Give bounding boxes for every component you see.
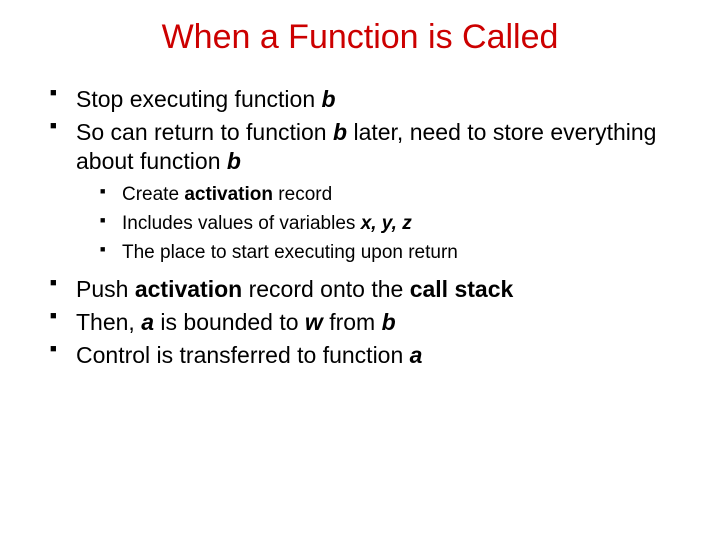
text: from — [323, 309, 382, 335]
text: record onto the — [242, 276, 410, 302]
emph: b — [227, 148, 241, 174]
emph: a — [141, 309, 154, 335]
list-item: Stop executing function b — [50, 85, 680, 114]
text: Then, — [76, 309, 141, 335]
text: is bounded to — [154, 309, 305, 335]
emph: a — [410, 342, 423, 368]
list-item: Includes values of variables x, y, z — [100, 212, 680, 237]
emph: w — [305, 309, 323, 335]
emph: x, y, z — [361, 213, 412, 234]
emph: b — [333, 119, 347, 145]
bold: activation — [184, 184, 273, 205]
text: record — [273, 184, 332, 205]
emph: b — [322, 86, 336, 112]
text: Push — [76, 276, 135, 302]
bullet-list-level2: Create activation record Includes values… — [76, 183, 680, 265]
bold: activation — [135, 276, 242, 302]
text: Stop executing function — [76, 86, 322, 112]
text: So can return to function — [76, 119, 333, 145]
bold: call stack — [410, 276, 514, 302]
text: Control is transferred to function — [76, 342, 410, 368]
slide-title: When a Function is Called — [30, 18, 690, 57]
list-item: Control is transferred to function a — [50, 341, 680, 370]
list-item: The place to start executing upon return — [100, 241, 680, 266]
text: Includes values of variables — [122, 213, 361, 234]
list-item: Then, a is bounded to w from b — [50, 308, 680, 337]
text: Create — [122, 184, 184, 205]
slide: When a Function is Called Stop executing… — [0, 0, 720, 540]
list-item: Push activation record onto the call sta… — [50, 275, 680, 304]
list-item: So can return to function b later, need … — [50, 118, 680, 266]
emph: b — [382, 309, 396, 335]
text: The place to start executing upon return — [122, 242, 458, 263]
bullet-list-level1: Stop executing function b So can return … — [30, 85, 690, 370]
list-item: Create activation record — [100, 183, 680, 208]
